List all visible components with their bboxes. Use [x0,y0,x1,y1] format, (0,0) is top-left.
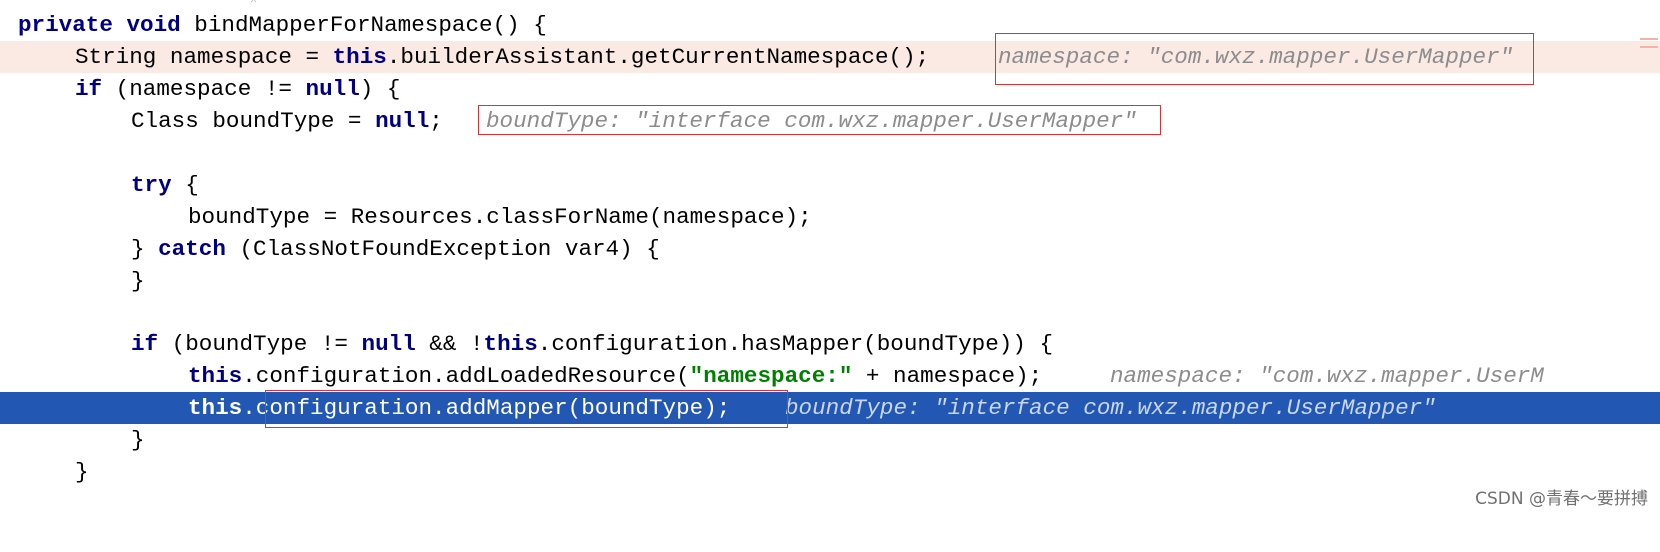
code-line-6: try { [0,169,1660,201]
error-stripe-marker [1640,38,1658,60]
inline-value-hint: namespace: "com.wxz.mapper.UserM [1110,363,1544,389]
code-text: } [75,459,89,485]
code-text: boundType = Resources.classForName(names… [188,204,812,230]
current-execution-line[interactable]: this.configuration.addMapper(boundType);… [0,392,1660,424]
code-line-3: if (namespace != null) { [0,73,1660,105]
code-line-14: } [0,424,1660,456]
code-line-1: private void bindMapperForNamespace() { [0,9,1660,41]
code-text: Class boundType = null; [131,108,443,134]
inline-value-hint: boundType: "interface com.wxz.mapper.Use… [486,108,1137,134]
code-text: this.configuration.addLoadedResource("na… [188,363,1043,389]
code-text: if (boundType != null && !this.configura… [131,331,1054,357]
code-text: if (namespace != null) { [75,76,401,102]
code-line-11: if (boundType != null && !this.configura… [0,328,1660,360]
code-line-12: this.configuration.addLoadedResource("na… [0,360,1660,392]
code-text: } [131,268,145,294]
code-text: try { [131,172,199,198]
inline-value-hint: namespace: "com.wxz.mapper.UserMapper" [998,44,1514,70]
code-line-8: } catch (ClassNotFoundException var4) { [0,233,1660,265]
code-line-7: boundType = Resources.classForName(names… [0,201,1660,233]
code-line-9: } [0,265,1660,297]
code-text: } catch (ClassNotFoundException var4) { [131,236,660,262]
code-text: String namespace = this.builderAssistant… [75,44,930,70]
code-line-15: } [0,456,1660,488]
code-text: } [131,427,145,453]
watermark: CSDN @青春～要拼搏 [1475,489,1648,509]
inline-value-hint: boundType: "interface com.wxz.mapper.Use… [785,395,1436,421]
code-line-2: String namespace = this.builderAssistant… [0,41,1660,73]
code-editor[interactable]: ⌃ private void bindMapperForNamespace() … [0,0,1660,521]
code-text: this.configuration.addMapper(boundType); [188,395,731,421]
code-line-4: Class boundType = null; boundType: "inte… [0,105,1660,137]
code-text: private void bindMapperForNamespace() { [18,12,547,38]
